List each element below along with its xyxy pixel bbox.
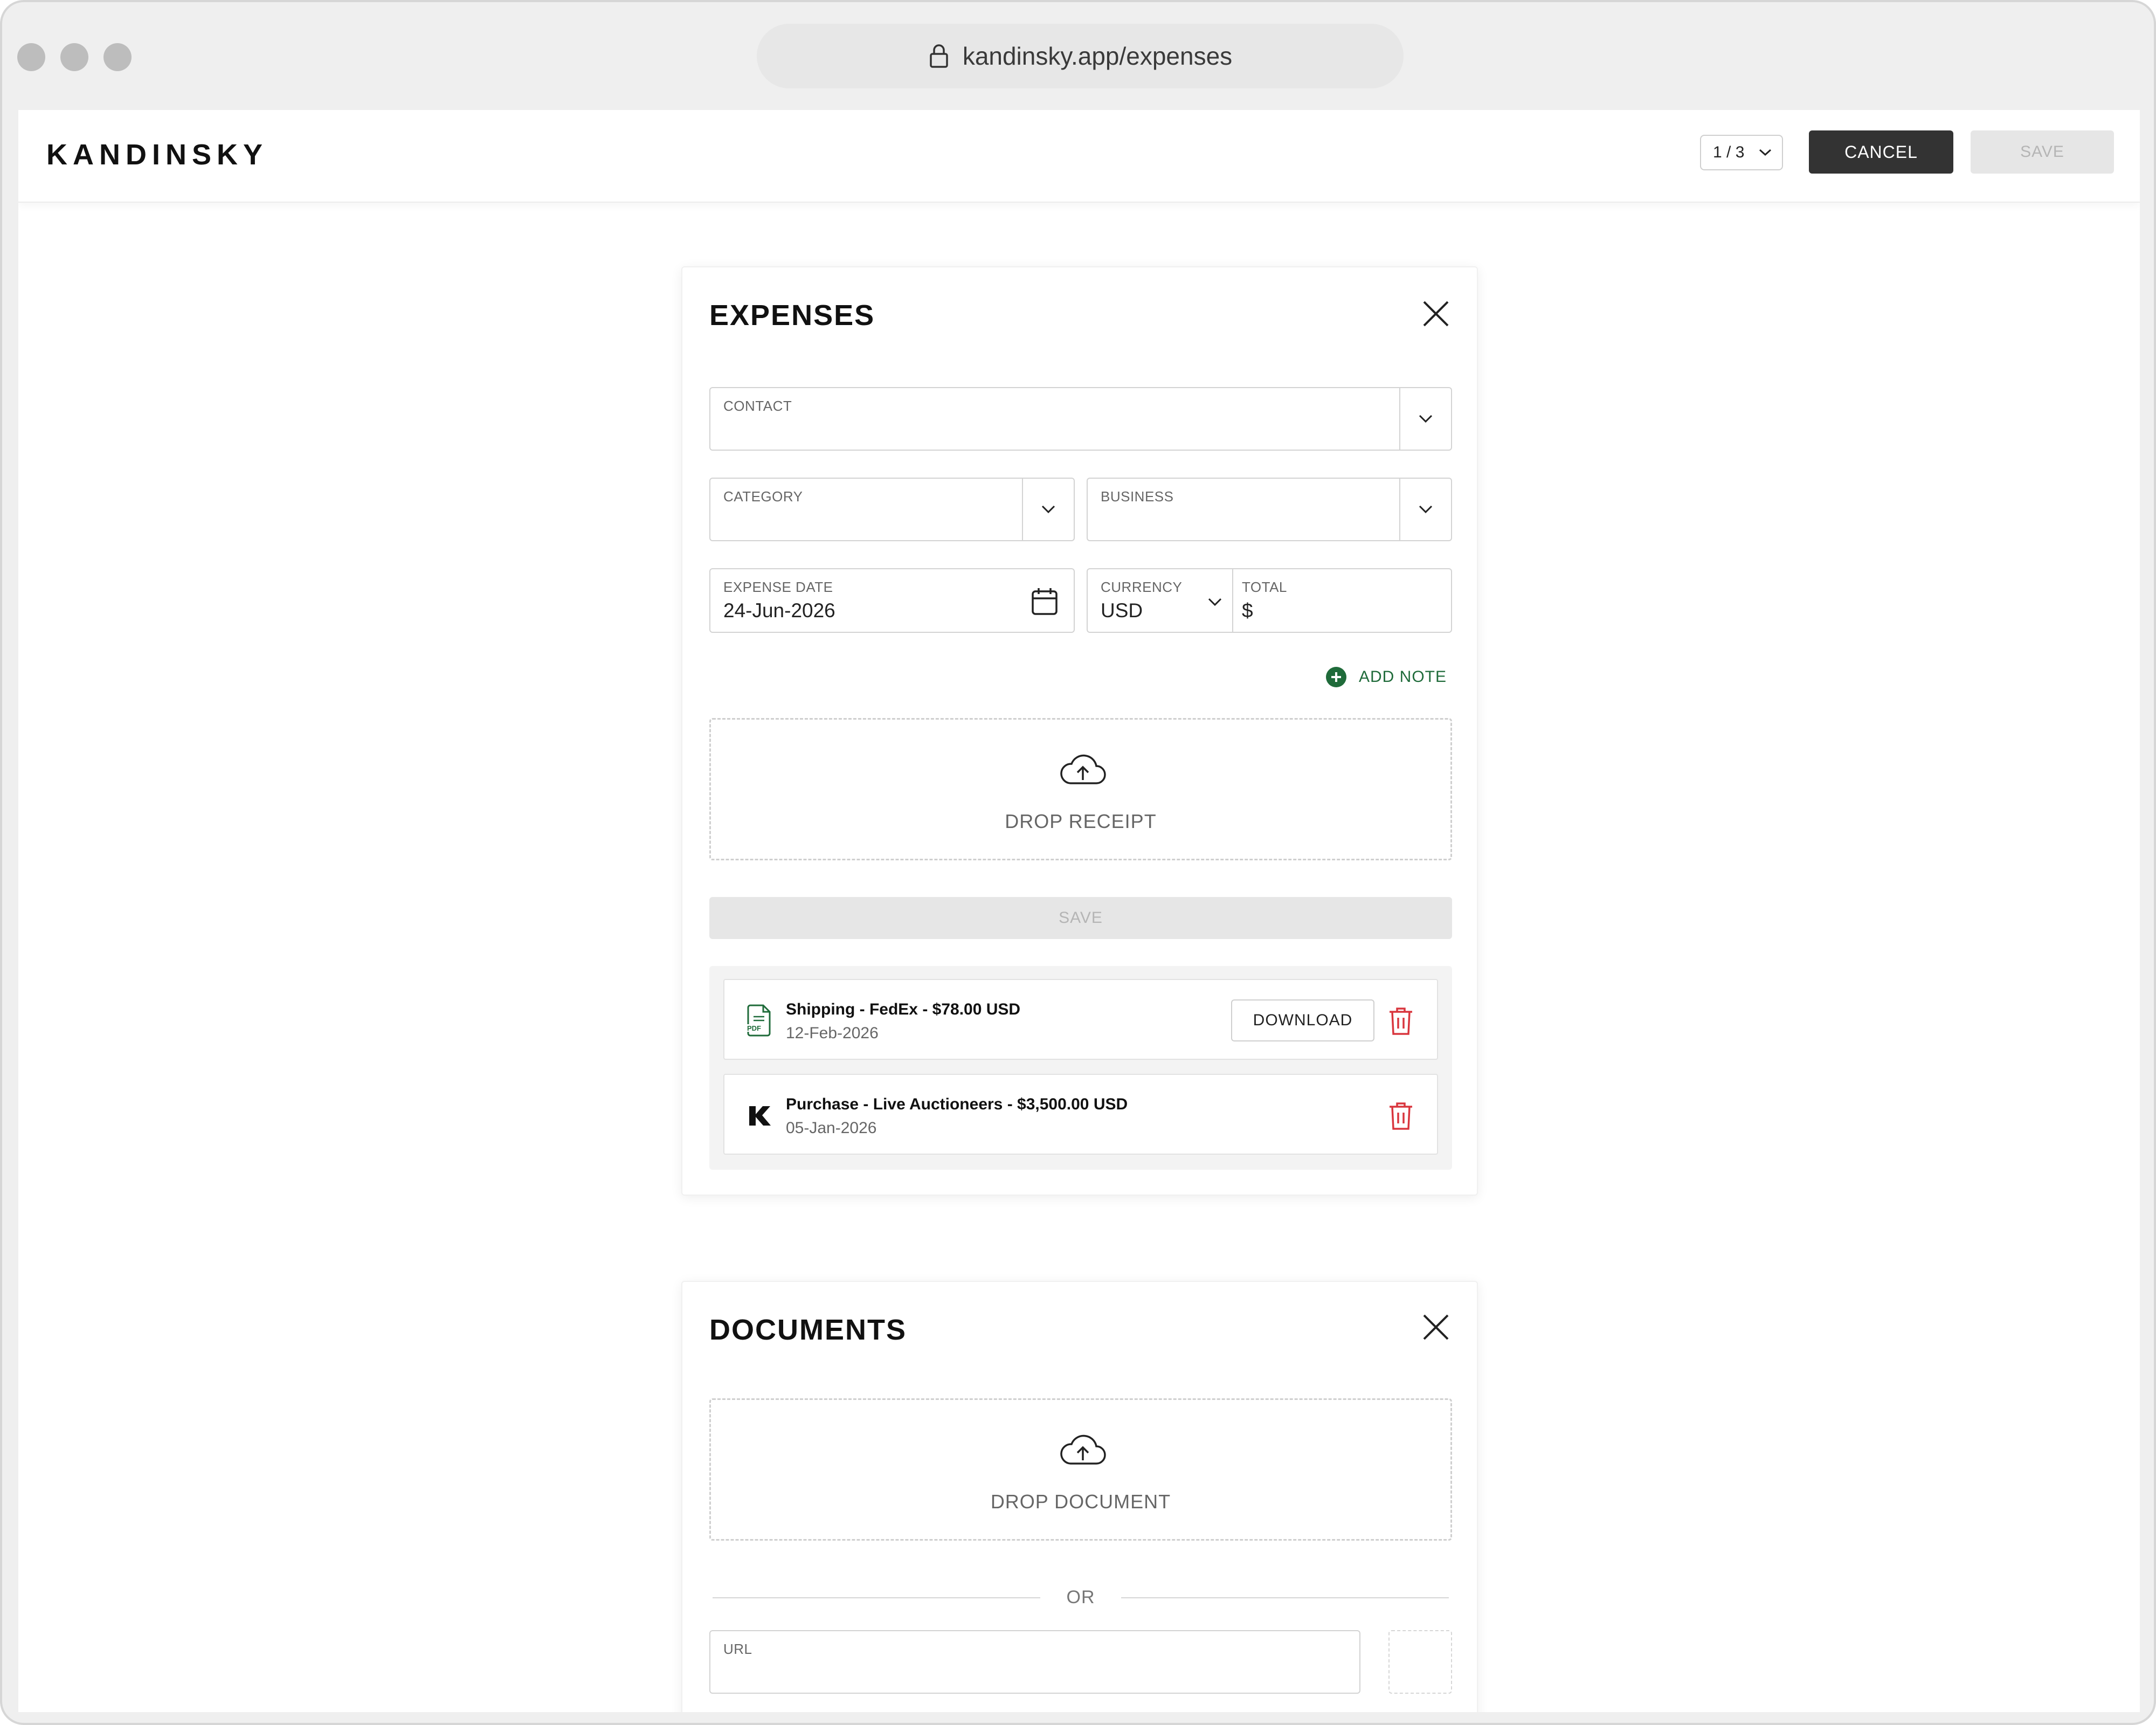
expense-item-date: 12-Feb-2026 <box>786 1024 879 1042</box>
calendar-icon[interactable] <box>1031 586 1059 617</box>
category-label: CATEGORY <box>723 488 803 505</box>
cloud-upload-icon <box>1060 754 1106 784</box>
expenses-card: EXPENSES CONTACT CATEGORY BUSINESS EXPEN… <box>681 266 1478 1196</box>
contact-select[interactable]: CONTACT <box>709 387 1452 451</box>
save-expense-button[interactable]: SAVE <box>709 897 1452 939</box>
contact-dropdown-toggle[interactable] <box>1399 388 1451 450</box>
browser-window: kandinsky.app/expenses KANDINSKY 1 / 3 C… <box>0 0 2156 1725</box>
expense-date-value: 24-Jun-2026 <box>723 599 835 622</box>
category-select[interactable]: CATEGORY <box>709 478 1075 541</box>
chevron-down-icon <box>1759 149 1772 156</box>
currency-select[interactable]: CURRENCY USD <box>1088 569 1233 632</box>
pager-value: 1 / 3 <box>1713 143 1745 161</box>
pager-select[interactable]: 1 / 3 <box>1700 135 1783 170</box>
business-dropdown-toggle[interactable] <box>1399 479 1451 540</box>
expense-item-title: Purchase - Live Auctioneers - $3,500.00 … <box>786 1095 1128 1113</box>
drop-receipt-label: DROP RECEIPT <box>1005 810 1157 832</box>
url-label: URL <box>723 1641 752 1657</box>
divider-line <box>713 1597 1040 1598</box>
chevron-down-icon <box>1419 505 1433 514</box>
expense-list: PDF Shipping - FedEx - $78.00 USD 12-Feb… <box>709 966 1452 1170</box>
app-header: KANDINSKY 1 / 3 CANCEL SAVE <box>18 110 2140 203</box>
window-minimize-dot[interactable] <box>60 43 88 71</box>
app-logo[interactable]: KANDINSKY <box>46 138 268 171</box>
add-note-label: ADD NOTE <box>1359 668 1447 686</box>
address-bar[interactable]: kandinsky.app/expenses <box>757 24 1404 88</box>
plus-circle-icon <box>1326 667 1346 687</box>
currency-label: CURRENCY <box>1101 579 1183 595</box>
download-button[interactable]: DOWNLOAD <box>1231 999 1374 1041</box>
save-button[interactable]: SAVE <box>1971 130 2114 174</box>
chevron-down-icon <box>1208 598 1222 606</box>
drop-document-label: DROP DOCUMENT <box>990 1491 1171 1513</box>
url-input[interactable]: URL <box>709 1630 1360 1694</box>
url-add-button[interactable] <box>1388 1630 1452 1694</box>
total-value: $ <box>1242 599 1253 622</box>
kandinsky-k-icon <box>749 1106 771 1126</box>
address-url: kandinsky.app/expenses <box>962 42 1233 70</box>
drop-document-zone[interactable]: DROP DOCUMENT <box>709 1398 1452 1541</box>
divider-line <box>1121 1597 1449 1598</box>
category-dropdown-toggle[interactable] <box>1022 479 1074 540</box>
list-item[interactable]: PDF Shipping - FedEx - $78.00 USD 12-Feb… <box>723 979 1438 1060</box>
trash-icon[interactable] <box>1387 1101 1414 1131</box>
documents-card: DOCUMENTS DROP DOCUMENT OR URL <box>681 1281 1478 1712</box>
business-label: BUSINESS <box>1101 488 1174 505</box>
contact-label: CONTACT <box>723 398 792 414</box>
lock-icon <box>930 44 948 68</box>
expenses-title: EXPENSES <box>709 299 875 332</box>
chevron-down-icon <box>1419 415 1433 423</box>
documents-title: DOCUMENTS <box>709 1314 907 1346</box>
window-maximize-dot[interactable] <box>103 43 132 71</box>
svg-text:PDF: PDF <box>747 1024 761 1032</box>
expense-item-title: Shipping - FedEx - $78.00 USD <box>786 1000 1021 1018</box>
trash-icon[interactable] <box>1387 1006 1414 1036</box>
cancel-button[interactable]: CANCEL <box>1809 130 1953 174</box>
total-input[interactable]: TOTAL $ <box>1233 569 1451 632</box>
drop-receipt-zone[interactable]: DROP RECEIPT <box>709 718 1452 860</box>
expense-item-date: 05-Jan-2026 <box>786 1119 877 1137</box>
add-note-button[interactable]: ADD NOTE <box>1325 666 1447 688</box>
or-label: OR <box>1066 1587 1095 1607</box>
close-icon[interactable] <box>1421 299 1451 329</box>
chevron-down-icon <box>1041 505 1055 514</box>
window-close-dot[interactable] <box>17 43 45 71</box>
currency-value: USD <box>1101 599 1143 622</box>
pdf-file-icon: PDF <box>746 1004 771 1037</box>
expense-date-field[interactable]: EXPENSE DATE 24-Jun-2026 <box>709 568 1075 633</box>
page-viewport: KANDINSKY 1 / 3 CANCEL SAVE EXPENSES CON… <box>18 110 2140 1712</box>
expense-date-label: EXPENSE DATE <box>723 579 833 595</box>
close-icon[interactable] <box>1421 1312 1451 1342</box>
business-select[interactable]: BUSINESS <box>1087 478 1452 541</box>
list-item[interactable]: Purchase - Live Auctioneers - $3,500.00 … <box>723 1074 1438 1155</box>
or-divider: OR <box>713 1584 1449 1611</box>
cloud-upload-icon <box>1060 1434 1106 1465</box>
currency-total-group: CURRENCY USD TOTAL $ <box>1087 568 1452 633</box>
total-label: TOTAL <box>1242 579 1287 595</box>
